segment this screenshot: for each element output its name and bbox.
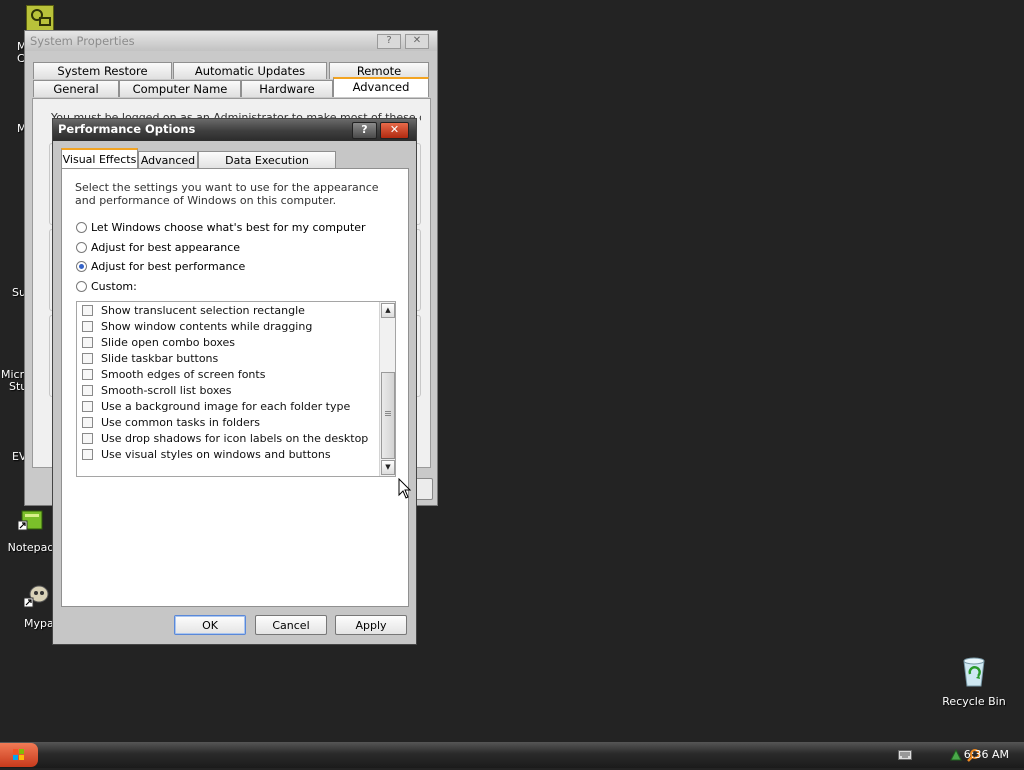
window-title: System Properties [30, 34, 135, 48]
checkbox-row[interactable]: Smooth-scroll list boxes [82, 383, 232, 398]
checkbox[interactable] [82, 304, 93, 316]
checkbox-label: Slide taskbar buttons [101, 352, 219, 365]
tab-computer-name[interactable]: Computer Name [119, 80, 241, 97]
radio-button[interactable] [76, 241, 87, 253]
network-desktop-icon[interactable] [26, 5, 54, 31]
tab-system-restore[interactable]: System Restore [33, 62, 172, 79]
checkbox[interactable] [82, 400, 93, 412]
radio-button-selected[interactable] [76, 260, 87, 272]
scroll-up-button[interactable]: ▲ [381, 303, 395, 318]
checkbox-row[interactable]: Show window contents while dragging [82, 319, 312, 334]
tab-general[interactable]: General [33, 80, 119, 97]
visual-effects-list[interactable]: Show translucent selection rectangle Sho… [76, 301, 396, 477]
checkbox[interactable] [82, 368, 93, 380]
radio-label: Let Windows choose what's best for my co… [91, 221, 366, 234]
checkbox[interactable] [82, 352, 93, 364]
checkbox-row[interactable]: Use visual styles on windows and buttons [82, 447, 331, 462]
checkbox-label: Use a background image for each folder t… [101, 400, 351, 413]
checkbox-row[interactable]: Use common tasks in folders [82, 415, 260, 430]
cancel-button[interactable]: Cancel [255, 615, 327, 635]
checkbox[interactable] [82, 384, 93, 396]
windows-logo-icon [13, 749, 24, 760]
radio-best-performance[interactable]: Adjust for best performance [76, 260, 245, 274]
vertical-scrollbar[interactable]: ▲ ▼ [379, 302, 395, 476]
checkbox-label: Use common tasks in folders [101, 416, 261, 429]
keyboard-icon[interactable] [898, 750, 912, 760]
performance-options-titlebar[interactable]: Performance Options ? ✕ [53, 119, 416, 141]
visual-effects-panel: Select the settings you want to use for … [61, 168, 409, 607]
system-properties-titlebar[interactable]: System Properties ? ✕ [25, 31, 437, 51]
checkbox-label: Smooth-scroll list boxes [101, 384, 232, 397]
recycle-bin-icon [963, 657, 985, 687]
radio-label: Adjust for best performance [91, 260, 246, 273]
radio-button[interactable] [76, 280, 87, 292]
checkbox-label: Smooth edges of screen fonts [101, 368, 266, 381]
taskbar: 6:36 AM [0, 742, 1024, 768]
checkbox-label: Use drop shadows for icon labels on the … [101, 432, 369, 445]
checkbox[interactable] [82, 448, 93, 460]
checkbox[interactable] [82, 336, 93, 348]
desktop-icon-notepad[interactable]: Notepad [6, 508, 56, 554]
desktop-icon-recycle-bin[interactable]: Recycle Bin [940, 656, 1008, 708]
checkbox-label: Use visual styles on windows and buttons [101, 448, 331, 461]
clock[interactable]: 6:36 AM [964, 748, 1009, 761]
radio-label: Adjust for best appearance [91, 241, 241, 254]
ok-button[interactable]: OK [174, 615, 246, 635]
checkbox[interactable] [82, 432, 93, 444]
desktop-icon-label: Recycle Bin [942, 695, 1006, 708]
settings-description: Select the settings you want to use for … [75, 181, 379, 207]
checkbox-label: Slide open combo boxes [101, 336, 236, 349]
tab-visual-effects[interactable]: Visual Effects [61, 148, 138, 169]
checkbox-row[interactable]: Smooth edges of screen fonts [82, 367, 265, 382]
checkbox-row[interactable]: Slide open combo boxes [82, 335, 235, 350]
help-button[interactable]: ? [352, 122, 377, 139]
radio-button[interactable] [76, 221, 87, 233]
desktop-icon-label: Notepad [7, 541, 55, 554]
monitor-icon [31, 9, 51, 26]
scroll-thumb[interactable] [381, 372, 395, 459]
checkbox-row[interactable]: Use drop shadows for icon labels on the … [82, 431, 368, 446]
radio-label: Custom: [91, 280, 137, 293]
start-button[interactable] [0, 743, 38, 767]
tab-data-execution-prevention[interactable]: Data Execution Prevention [198, 151, 336, 184]
apply-button[interactable]: Apply [335, 615, 407, 635]
checkbox[interactable] [82, 320, 93, 332]
notepad-icon [17, 510, 43, 531]
desktop-icon-label: Mypa [24, 617, 54, 630]
close-button[interactable]: ✕ [405, 34, 429, 49]
tab-advanced[interactable]: Advanced [333, 77, 429, 97]
help-button[interactable]: ? [377, 34, 401, 49]
checkbox-label: Show window contents while dragging [101, 320, 313, 333]
checkbox[interactable] [82, 416, 93, 428]
tab-hardware[interactable]: Hardware [241, 80, 333, 97]
checkbox-row[interactable]: Use a background image for each folder t… [82, 399, 350, 414]
checkbox-row[interactable]: Show translucent selection rectangle [82, 303, 305, 318]
performance-options-dialog: Performance Options ? ✕ Visual Effects A… [52, 118, 417, 645]
checkbox-label: Show translucent selection rectangle [101, 304, 305, 317]
desktop-icon-mypa[interactable]: Mypa [17, 584, 57, 630]
shortcut-icon [23, 585, 49, 608]
mouse-cursor-icon [398, 478, 412, 499]
close-button[interactable]: ✕ [380, 122, 409, 139]
checkbox-row[interactable]: Slide taskbar buttons [82, 351, 218, 366]
scroll-down-button[interactable]: ▼ [381, 460, 395, 475]
radio-custom[interactable]: Custom: [76, 280, 137, 294]
tab-automatic-updates[interactable]: Automatic Updates [173, 62, 327, 79]
system-tray: 6:36 AM [898, 742, 1024, 768]
network-tray-icon[interactable] [949, 748, 963, 762]
radio-best-appearance[interactable]: Adjust for best appearance [76, 241, 240, 255]
tab-advanced[interactable]: Advanced [138, 151, 198, 168]
dialog-title: Performance Options [58, 122, 196, 136]
radio-let-windows-choose[interactable]: Let Windows choose what's best for my co… [76, 221, 366, 235]
